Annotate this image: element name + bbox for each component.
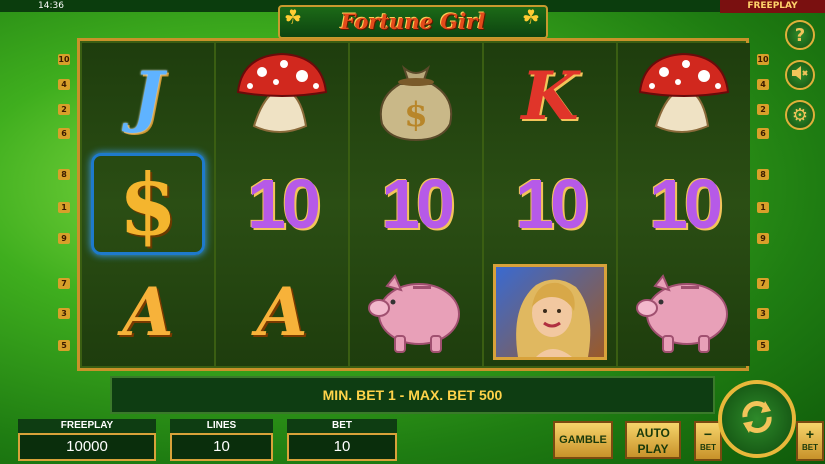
gamble-button[interactable]: GAMBLE	[553, 421, 613, 459]
reel-3: $ 10	[350, 43, 482, 366]
symbol-ten: 10	[350, 151, 482, 257]
line-marker[interactable]: 5	[757, 340, 769, 351]
symbol-label: 10	[649, 165, 723, 243]
line-marker[interactable]: 3	[58, 308, 70, 319]
mushroom-icon	[618, 43, 750, 149]
clover-icon: ☘	[284, 5, 302, 29]
line-marker[interactable]: 7	[757, 278, 769, 289]
line-marker[interactable]: 9	[58, 233, 70, 244]
symbol-label: J	[132, 57, 164, 135]
wild-frame	[493, 264, 607, 360]
symbol-j: J	[82, 43, 214, 149]
bet-plus-label: BET	[802, 443, 818, 452]
svg-text:$: $	[404, 95, 428, 135]
line-marker[interactable]: 6	[757, 128, 769, 139]
bet-value: 10	[287, 433, 397, 461]
line-marker[interactable]: 4	[757, 79, 769, 90]
line-marker[interactable]: 2	[58, 104, 70, 115]
fortune-girl-symbol	[484, 259, 616, 365]
symbol-ten: 10	[618, 151, 750, 257]
settings-button[interactable]: ⚙	[785, 100, 815, 130]
line-marker[interactable]: 1	[757, 202, 769, 213]
bet-display: BET 10	[287, 419, 397, 464]
line-marker[interactable]: 1	[58, 202, 70, 213]
bet-increase-button[interactable]: + BET	[796, 421, 824, 461]
auto-play-button[interactable]: AUTO PLAY	[625, 421, 681, 459]
piggy-bank-icon	[350, 259, 482, 365]
reel-5: 10	[618, 43, 750, 366]
symbol-ten: 10	[216, 151, 348, 257]
lines-label: LINES	[170, 419, 273, 433]
message-bar: MIN. BET 1 - MAX. BET 500	[110, 376, 715, 414]
line-marker[interactable]: 6	[58, 128, 70, 139]
freeplay-value: 10000	[18, 433, 156, 461]
reel-1: J $ A	[82, 43, 214, 366]
bet-label: BET	[287, 419, 397, 433]
symbol-label: 10	[515, 165, 589, 243]
symbol-k: K	[484, 43, 616, 149]
minus-icon: −	[703, 426, 713, 442]
symbol-label: A	[256, 273, 308, 351]
symbol-label: K	[521, 57, 579, 135]
plus-icon: +	[805, 426, 815, 442]
symbol-a: A	[82, 259, 214, 365]
symbol-ten: 10	[484, 151, 616, 257]
line-marker[interactable]: 9	[757, 233, 769, 244]
win-highlight-frame: $	[91, 153, 205, 255]
freeplay-label: FREEPLAY	[18, 419, 156, 433]
reel-grid: J $ A 10 A $ 10 K 10 10	[77, 38, 750, 371]
money-bag-icon: $	[350, 43, 482, 149]
symbol-a: A	[216, 259, 348, 365]
freeplay-tag: FREEPLAY	[720, 0, 825, 13]
line-marker[interactable]: 3	[757, 308, 769, 319]
symbol-dollar: $	[82, 151, 214, 257]
line-marker[interactable]: 4	[58, 79, 70, 90]
clock: 14:36	[38, 1, 64, 11]
gear-icon: ⚙	[791, 104, 809, 126]
symbol-label: A	[122, 273, 174, 351]
game-title: Fortune Girl	[340, 9, 486, 34]
bet-decrease-button[interactable]: − BET	[694, 421, 722, 461]
line-marker[interactable]: 8	[757, 169, 769, 180]
symbol-label: 10	[381, 165, 455, 243]
mushroom-icon	[216, 43, 348, 149]
bet-minus-label: BET	[700, 443, 716, 452]
reel-4: K 10	[484, 43, 616, 366]
sound-button[interactable]	[785, 60, 815, 90]
piggy-bank-icon	[618, 259, 750, 365]
line-marker[interactable]: 7	[58, 278, 70, 289]
line-marker[interactable]: 8	[58, 169, 70, 180]
spin-arrows-icon	[735, 395, 779, 443]
reel-2: 10 A	[216, 43, 348, 366]
line-marker[interactable]: 2	[757, 104, 769, 115]
symbol-label: 10	[247, 165, 321, 243]
lines-value: 10	[170, 433, 273, 461]
speaker-muted-icon	[791, 65, 809, 86]
freeplay-balance: FREEPLAY 10000	[18, 419, 156, 464]
help-button[interactable]: ?	[785, 20, 815, 50]
line-marker[interactable]: 10	[58, 54, 70, 65]
auto-play-label-bottom: PLAY	[637, 442, 669, 456]
line-marker[interactable]: 10	[757, 54, 769, 65]
auto-play-label-top: AUTO	[636, 426, 670, 440]
lines-display: LINES 10	[170, 419, 273, 464]
game-logo: Fortune Girl	[278, 5, 548, 39]
clover-icon: ☘	[522, 5, 540, 29]
symbol-label: $	[118, 154, 178, 254]
line-marker[interactable]: 5	[58, 340, 70, 351]
spin-button[interactable]	[718, 380, 796, 458]
